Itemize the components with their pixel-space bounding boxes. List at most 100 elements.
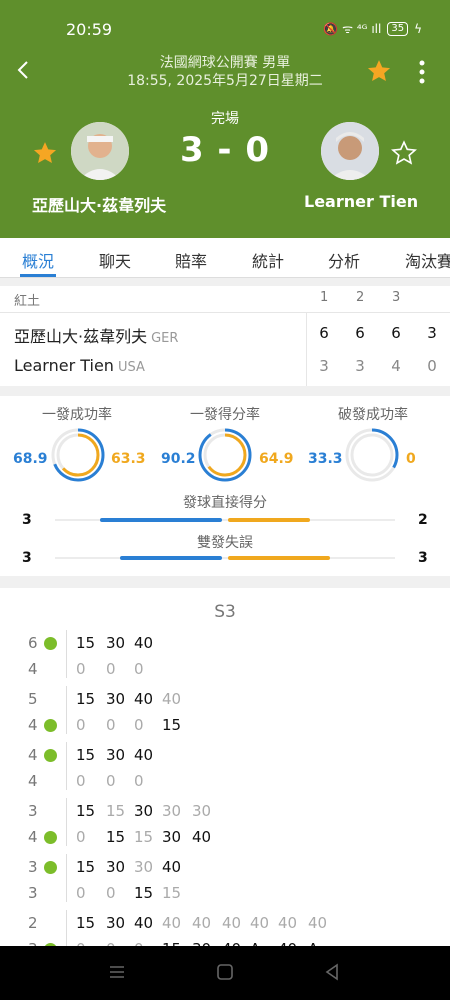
set-header-2: 2 [356, 290, 365, 305]
tab-analysis[interactable]: 分析 [328, 248, 360, 272]
point-score-top: 15 [76, 634, 96, 652]
row-divider [66, 742, 67, 790]
ring-track [350, 433, 394, 477]
point-score-bottom: 0 [106, 772, 116, 790]
p2-set1: 3 [319, 357, 329, 375]
match-header: 20:59 🔕 ᯤ ⁴ᴳ ıll 35 ϟ 法國網球公開賽 男單 18:55, … [0, 0, 450, 238]
ring-chart [51, 428, 105, 482]
serve-indicator-icon [44, 749, 57, 762]
point-score-top: 15 [76, 690, 96, 708]
point-score-bottom: 15 [162, 884, 182, 902]
game-score-bottom: 4 [28, 660, 38, 678]
game-score-bottom: 4 [28, 772, 38, 790]
point-score-top: 15 [106, 802, 126, 820]
divider [0, 312, 450, 313]
p2-set2: 3 [355, 357, 365, 375]
status-time: 20:59 [66, 20, 113, 39]
player2-name[interactable]: Learner Tien [304, 192, 418, 211]
row-divider [66, 854, 67, 902]
system-nav-bar [0, 946, 450, 1000]
stat-double-faults-p2: 3 [418, 550, 428, 566]
point-score-top: 40 [250, 914, 270, 932]
row-divider [66, 630, 67, 678]
tab-chat[interactable]: 聊天 [99, 248, 131, 272]
point-score-top: 15 [76, 802, 96, 820]
stat-first-serve-won-p2: 64.9 [259, 451, 294, 467]
stat-first-serve-in-p1: 68.9 [13, 451, 48, 467]
set-scorecard: 紅土 1 2 3 亞歷山大·茲韋列夫 GER 6 6 6 3 Learner Ti… [0, 286, 450, 386]
player1-avatar[interactable] [71, 122, 129, 180]
tab-stats[interactable]: 統計 [252, 248, 284, 272]
active-tab-indicator [20, 274, 56, 277]
scorecard-player1-country: GER [151, 331, 179, 346]
point-score-top: 15 [76, 746, 96, 764]
p1-set2: 6 [355, 324, 365, 342]
point-score-bottom: 15 [162, 716, 182, 734]
signal-icons: 🔕 ᯤ ⁴ᴳ ıll [323, 22, 382, 36]
game-score-top: 5 [28, 690, 38, 708]
bar-fill-aces-p1 [100, 518, 222, 522]
scorecard-player1: 亞歷山大·茲韋列夫 GER [14, 323, 178, 347]
scorecard-player2-name: Learner Tien [14, 356, 114, 375]
player1-name[interactable]: 亞歷山大·茲韋列夫 [32, 192, 166, 216]
stat-first-serve-won-p1: 90.2 [161, 451, 196, 467]
tab-odds[interactable]: 賠率 [175, 248, 207, 272]
tab-overview[interactable]: 概況 [22, 248, 54, 272]
favorite-star-icon[interactable] [366, 58, 392, 84]
point-score-top: 40 [134, 746, 154, 764]
game-score-top: 2 [28, 914, 38, 932]
scorecard-player2: Learner Tien USA [14, 356, 145, 375]
stat-break-points-p2: 0 [406, 451, 416, 467]
point-score-top: 40 [222, 914, 242, 932]
match-stats: 一發成功率 一發得分率 破發成功率 68.9 63.3 90.2 64.9 33… [0, 396, 450, 576]
player2-favorite-star-icon[interactable] [391, 140, 417, 166]
game-score-top: 3 [28, 858, 38, 876]
point-score-top: 30 [192, 802, 212, 820]
more-options-icon[interactable] [412, 58, 432, 86]
charging-icon: ϟ [414, 21, 422, 36]
point-score-bottom: 40 [192, 828, 212, 846]
point-score-top: 30 [106, 858, 126, 876]
p2-points: 0 [427, 357, 437, 375]
point-score-top: 30 [106, 914, 126, 932]
ring-chart [198, 428, 252, 482]
point-score-bottom: 0 [106, 716, 116, 734]
ring-arc [198, 428, 252, 482]
point-score-top: 40 [134, 690, 154, 708]
player2-avatar[interactable] [321, 122, 379, 180]
game-score-top: 6 [28, 634, 38, 652]
point-score-top: 30 [106, 634, 126, 652]
point-score-top: 30 [106, 690, 126, 708]
point-by-point: S3 6 4 15 30 40 0 0 0 5 4 15 30 40 40 0 0 0 15 4 4 15 30 40 0 0 0… [0, 588, 450, 946]
point-score-bottom: 0 [106, 884, 116, 902]
point-score-top: 40 [192, 914, 212, 932]
point-score-top: 40 [134, 914, 154, 932]
set-header-3: 3 [392, 290, 401, 305]
point-score-top: 40 [162, 858, 182, 876]
tab-knockout[interactable]: 淘汰賽 [405, 248, 450, 272]
p1-set1: 6 [319, 324, 329, 342]
p1-set3: 6 [391, 324, 401, 342]
point-score-bottom: 0 [76, 716, 86, 734]
home-icon[interactable] [215, 962, 235, 982]
game-score-top: 4 [28, 746, 38, 764]
game-score-bottom: 4 [28, 828, 38, 846]
stat-label-first-serve-in: 一發成功率 [42, 407, 112, 423]
point-score-bottom: 0 [76, 660, 86, 678]
menu-icon[interactable] [107, 962, 127, 982]
stat-double-faults-p1: 3 [22, 550, 32, 566]
scorecard-player2-country: USA [117, 360, 145, 375]
match-score: 3 - 0 [179, 130, 271, 170]
stat-label-break-points: 破發成功率 [338, 407, 408, 423]
stat-aces-p2: 2 [418, 512, 428, 528]
player1-favorite-star-icon[interactable] [32, 140, 58, 166]
point-score-bottom: 0 [76, 772, 86, 790]
battery-icon: 35 [387, 21, 409, 36]
tab-bar: 概況 聊天 賠率 統計 分析 淘汰賽 [0, 238, 450, 278]
point-score-bottom: 15 [106, 828, 126, 846]
scorecard-player1-name: 亞歷山大·茲韋列夫 [14, 327, 148, 346]
bar-track [55, 557, 395, 559]
back-nav-icon[interactable] [322, 962, 342, 982]
point-score-top: 15 [76, 914, 96, 932]
serve-indicator-icon [44, 719, 57, 732]
